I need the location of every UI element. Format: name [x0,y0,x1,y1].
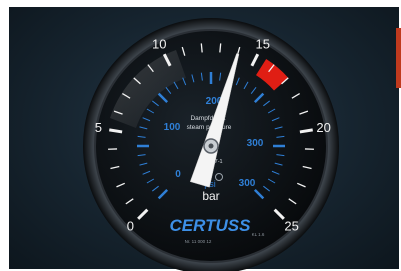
bar-unit: bar [202,189,219,203]
bar-minor-tick [219,43,222,53]
gauge-photo: 0 5 10 15 20 25 0 100 200 300 300 Dampfd… [0,0,401,271]
needle-hub-center [208,143,214,149]
psi-label-300-lower: 300 [239,178,256,189]
brand-logo: CERTUSS [170,216,252,235]
bar-label-20: 20 [316,120,330,135]
bar-label-25: 25 [284,219,298,234]
serial-number: Nr. 11 000 12 [185,239,212,244]
bar-major-tick [299,128,313,134]
pressure-gauge: 0 5 10 15 20 25 0 100 200 300 300 Dampfd… [83,18,339,271]
bar-label-5: 5 [95,120,102,135]
bar-major-tick [109,128,123,134]
bar-label-15: 15 [256,36,270,51]
bar-minor-tick [200,43,203,53]
bar-label-10: 10 [152,36,166,51]
accuracy-class: KL 1.6 [252,232,265,237]
psi-label-300: 300 [247,138,264,149]
psi-label-100: 100 [164,122,181,133]
bar-label-0: 0 [127,219,134,234]
psi-label-0: 0 [175,169,181,180]
